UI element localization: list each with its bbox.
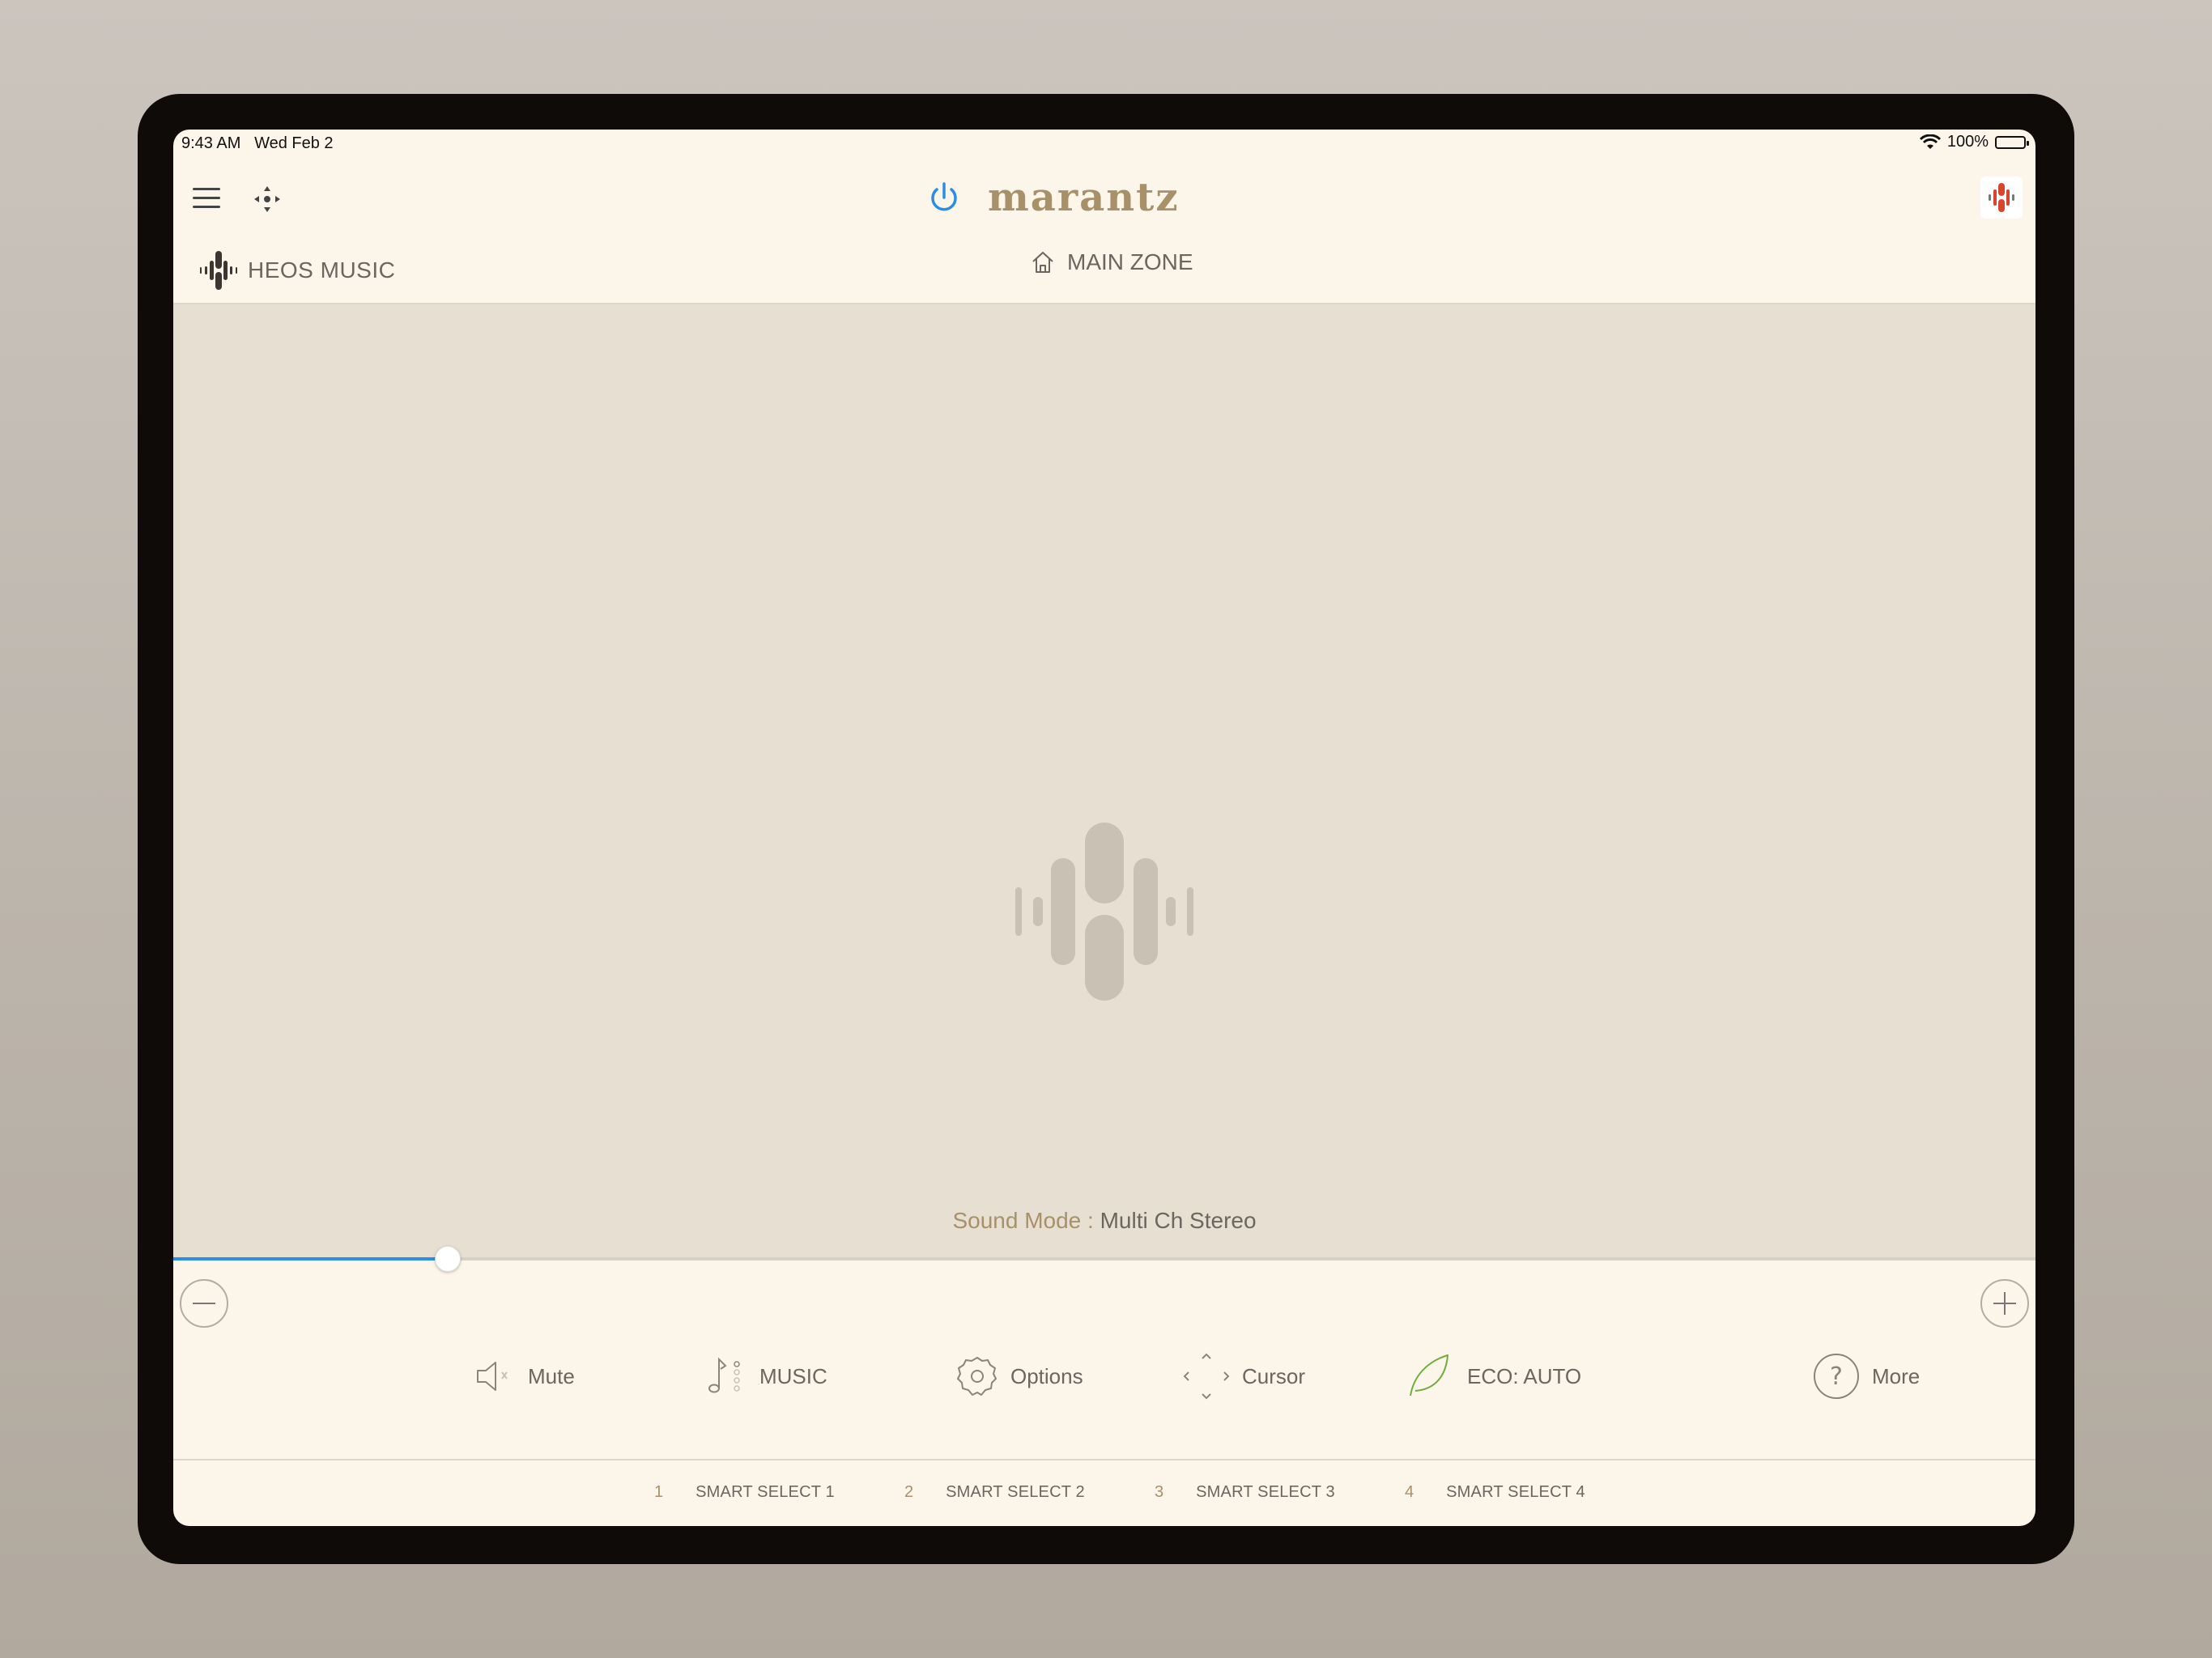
- top-bar: marantz: [173, 159, 2035, 230]
- album-artwork-area: Sound Mode : Multi Ch Stereo: [173, 304, 2035, 1260]
- smart-select-number: 2: [904, 1483, 914, 1501]
- status-time: 9:43 AM Wed Feb 2: [181, 134, 334, 153]
- question-circle-icon: ?: [1814, 1354, 1859, 1399]
- smart-select-label: SMART SELECT 3: [1196, 1483, 1335, 1501]
- app-screen: 9:43 AM Wed Feb 2 100% marantz HEOS MUSI…: [173, 130, 2035, 1526]
- leaf-icon: [1410, 1354, 1448, 1397]
- heos-app-icon[interactable]: [1980, 176, 2023, 219]
- mute-label: Mute: [528, 1363, 575, 1388]
- move-icon[interactable]: [251, 183, 283, 215]
- volume-slider-thumb[interactable]: [435, 1246, 462, 1272]
- options-button[interactable]: Options: [955, 1344, 1083, 1409]
- clock-date: Wed Feb 2: [254, 134, 334, 152]
- clock-time: 9:43 AM: [181, 134, 241, 152]
- music-note-icon: [708, 1357, 740, 1393]
- wifi-icon: [1919, 134, 1941, 149]
- power-icon[interactable]: [926, 180, 962, 215]
- sound-mode-key: Sound Mode :: [952, 1208, 1100, 1233]
- mute-button[interactable]: Mute: [473, 1344, 575, 1409]
- music-button[interactable]: MUSIC: [704, 1344, 827, 1409]
- cursor-arrows-icon: [1183, 1353, 1230, 1400]
- options-label: Options: [1010, 1363, 1083, 1388]
- eco-label: ECO: AUTO: [1467, 1363, 1582, 1388]
- speaker-mute-icon: [477, 1362, 508, 1391]
- brand-logo: marantz: [988, 175, 1180, 220]
- volume-down-button[interactable]: [180, 1279, 228, 1328]
- heos-icon: [200, 251, 237, 290]
- music-label: MUSIC: [759, 1363, 827, 1388]
- home-icon: [1032, 252, 1053, 273]
- smart-select-3[interactable]: 3 SMART SELECT 3: [1155, 1483, 1335, 1502]
- smart-select-1[interactable]: 1 SMART SELECT 1: [654, 1483, 835, 1502]
- smart-select-number: 4: [1405, 1483, 1414, 1501]
- cursor-label: Cursor: [1242, 1363, 1306, 1388]
- smart-select-label: SMART SELECT 2: [946, 1483, 1085, 1501]
- volume-slider[interactable]: [173, 1246, 2035, 1272]
- battery-icon: [1995, 135, 2029, 149]
- eco-button[interactable]: ECO: AUTO: [1404, 1344, 1581, 1409]
- smart-select-4[interactable]: 4 SMART SELECT 4: [1405, 1483, 1585, 1502]
- smart-select-number: 1: [654, 1483, 664, 1501]
- status-indicators: 100%: [1919, 133, 2029, 151]
- smart-select-label: SMART SELECT 1: [696, 1483, 835, 1501]
- menu-icon[interactable]: [193, 188, 220, 209]
- cursor-button[interactable]: Cursor: [1182, 1344, 1305, 1409]
- sound-mode-value: Multi Ch Stereo: [1100, 1208, 1257, 1233]
- svg-text:?: ?: [1830, 1363, 1843, 1391]
- smart-select-label: SMART SELECT 4: [1446, 1483, 1585, 1501]
- sub-bar: HEOS MUSIC MAIN ZONE: [173, 230, 2035, 304]
- source-label: HEOS MUSIC: [248, 257, 396, 283]
- more-label: More: [1872, 1363, 1921, 1388]
- zone-label: MAIN ZONE: [1067, 249, 1193, 274]
- more-button[interactable]: ? More: [1812, 1344, 1920, 1409]
- heos-placeholder-icon: [1015, 823, 1193, 1001]
- smart-select-2[interactable]: 2 SMART SELECT 2: [904, 1483, 1085, 1502]
- status-bar: 9:43 AM Wed Feb 2 100%: [173, 130, 2035, 159]
- control-bar: Mute MUSIC Options Cursor ECO: AUTO ? Mo…: [173, 1344, 2035, 1441]
- volume-slider-fill: [173, 1257, 448, 1261]
- sound-mode: Sound Mode : Multi Ch Stereo: [173, 1208, 2035, 1234]
- smart-select-number: 3: [1155, 1483, 1164, 1501]
- battery-percent: 100%: [1946, 133, 1989, 151]
- smart-select-bar: 1 SMART SELECT 1 2 SMART SELECT 2 3 SMAR…: [173, 1460, 2035, 1525]
- source-selector[interactable]: HEOS MUSIC: [196, 248, 395, 293]
- volume-up-button[interactable]: [1980, 1279, 2029, 1328]
- zone-selector[interactable]: MAIN ZONE: [1030, 249, 1193, 275]
- gear-icon: [957, 1357, 997, 1396]
